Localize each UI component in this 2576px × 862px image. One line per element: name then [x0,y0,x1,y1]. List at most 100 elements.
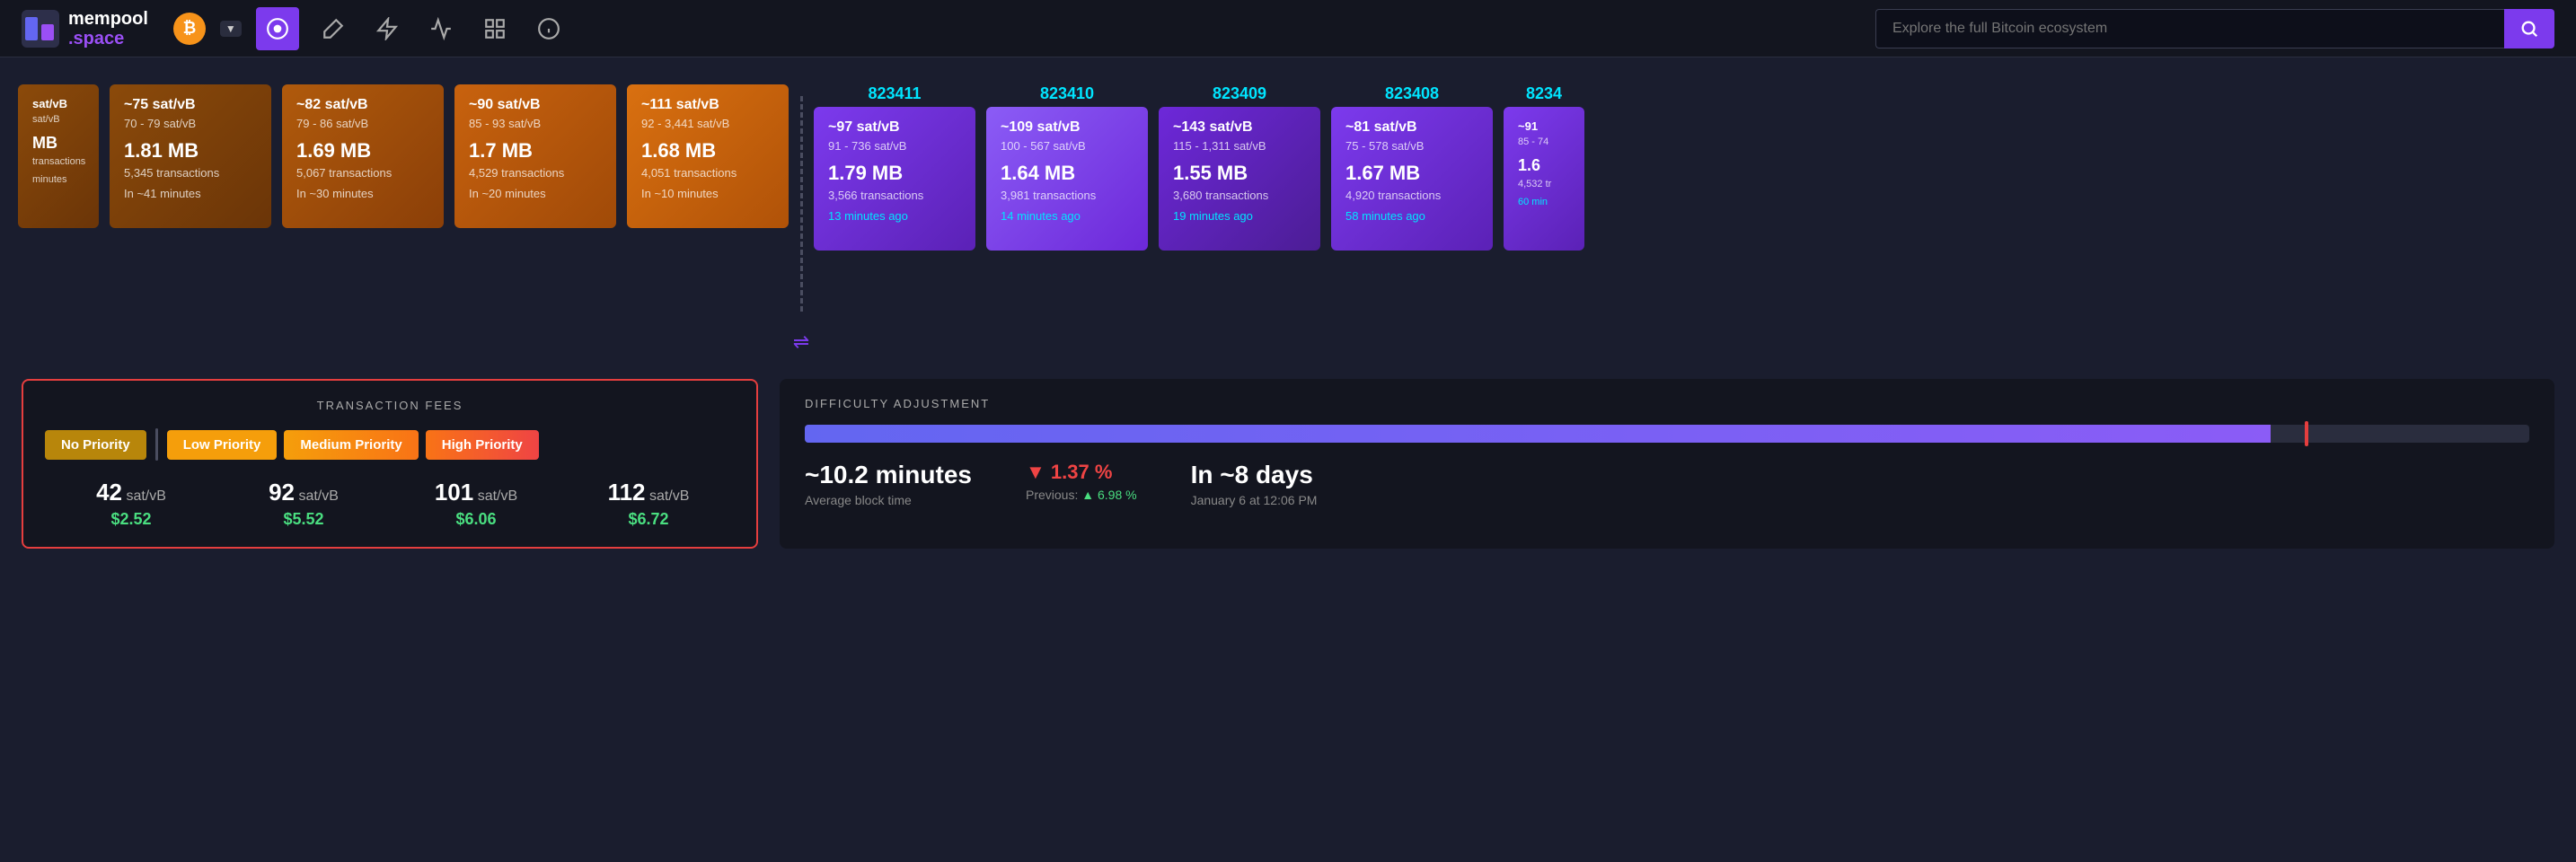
confirmed-block-0[interactable]: ~97 sat/vB 91 - 736 sat/vB 1.79 MB 3,566… [814,107,975,251]
info-icon [537,17,560,40]
confirmed-block-4[interactable]: ~91 85 - 74 1.6 4,532 tr 60 min [1504,107,1584,251]
next-adjustment-stat: In ~8 days January 6 at 12:06 PM [1191,461,1318,507]
high-priority-sat-value: 112 sat/vB [608,479,690,506]
medium-priority-sat-unit: sat/vB [478,488,517,504]
nav-lightning[interactable] [367,9,407,48]
change-pct-symbol: % [1095,461,1113,483]
search-button[interactable] [2504,9,2554,48]
confirmed-block-wrapper-1: 823410 ~109 sat/vB 100 - 567 sat/vB 1.64… [986,84,1148,251]
avg-block-time-value: ~10.2 minutes [805,461,972,489]
difficulty-bar [805,425,2529,443]
mempool-block-3-time: In ~10 minutes [641,187,774,200]
nav-blocks[interactable] [475,9,515,48]
logo-space: .space [68,29,148,48]
difficulty-prev: Previous: ▲ 6.98 % [1026,488,1137,502]
fee-col-low-priority: 92 sat/vB $5.52 [217,479,390,529]
no-priority-sat: 42 [96,479,122,506]
high-priority-button[interactable]: High Priority [426,430,539,460]
bitcoin-badge[interactable]: ₿ [173,13,206,45]
fees-title: TRANSACTION FEES [45,399,735,412]
mempool-block-2-fee-top: ~90 sat/vB [469,97,602,113]
mempool-block-0[interactable]: ~75 sat/vB 70 - 79 sat/vB 1.81 MB 5,345 … [110,84,271,228]
confirmed-block-0-txs: 3,566 transactions [828,189,961,202]
nav-info[interactable] [529,9,569,48]
mempool-block-1-fee-range: 79 - 86 sat/vB [296,117,429,130]
mempool-divider: ⇌ [799,84,803,354]
difficulty-bar-marker [2305,421,2308,446]
confirmed-block-wrapper-2: 823409 ~143 sat/vB 115 - 1,311 sat/vB 1.… [1159,84,1320,251]
no-priority-sat-value: 42 sat/vB [96,479,166,506]
mempool-block-3-size: 1.68 MB [641,139,774,163]
logo-area: mempool .space [22,9,148,48]
difficulty-stats-row: ~10.2 minutes Average block time ▼ 1.37 … [805,461,2529,507]
confirmed-block-4-fee-top: ~91 [1518,119,1570,133]
confirmed-block-0-fee-range: 91 - 736 sat/vB [828,139,961,153]
difficulty-change-value: ▼ 1.37 % [1026,461,1137,484]
main-content: sat/vB sat/vB MB transactions minutes ~7… [0,57,2576,549]
no-priority-button[interactable]: No Priority [45,430,146,460]
difficulty-panel: DIFFICULTY ADJUSTMENT ~10.2 minutes Aver… [780,379,2554,549]
partial-fee-top: sat/vB [32,97,84,110]
medium-priority-sat-value: 101 sat/vB [435,479,517,506]
bitcoin-dropdown[interactable]: ▼ [220,21,242,37]
prev-label: Previous: [1026,488,1078,502]
nav-dashboard[interactable] [256,7,299,50]
logo-icon [22,10,59,48]
all-blocks-row: sat/vB sat/vB MB transactions minutes ~7… [0,84,2576,354]
confirmed-block-1-number: 823410 [1040,84,1094,103]
bottom-row: TRANSACTION FEES No Priority Low Priorit… [0,379,2576,549]
confirmed-block-2-time: 19 minutes ago [1173,209,1306,223]
confirmed-block-3-txs: 4,920 transactions [1345,189,1478,202]
nav-mining[interactable] [313,9,353,48]
fee-separator-1 [155,428,158,461]
nav-charts[interactable] [421,9,461,48]
search-input[interactable] [1875,9,2504,48]
low-priority-sat: 92 [269,479,295,506]
logo-text: mempool .space [68,9,148,48]
confirmed-block-2-number: 823409 [1213,84,1266,103]
confirmed-block-0-time: 13 minutes ago [828,209,961,223]
mempool-block-wrapper-2: ~90 sat/vB 85 - 93 sat/vB 1.7 MB 4,529 t… [454,84,616,228]
logo-mempool: mempool [68,9,148,29]
confirmed-block-3-fee-range: 75 - 578 sat/vB [1345,139,1478,153]
mempool-block-1-time: In ~30 minutes [296,187,429,200]
low-priority-usd: $5.52 [283,510,323,529]
high-priority-usd: $6.72 [628,510,668,529]
chart-icon [429,17,453,40]
mempool-block-1-txs: 5,067 transactions [296,166,429,180]
low-priority-sat-value: 92 sat/vB [269,479,339,506]
mempool-block-0-fee-range: 70 - 79 sat/vB [124,117,257,130]
partial-txs: transactions [32,156,84,167]
confirmed-block-2[interactable]: ~143 sat/vB 115 - 1,311 sat/vB 1.55 MB 3… [1159,107,1320,251]
confirmed-block-3-time: 58 minutes ago [1345,209,1478,223]
mempool-block-wrapper-0: ~75 sat/vB 70 - 79 sat/vB 1.81 MB 5,345 … [110,84,271,228]
mempool-block-3-txs: 4,051 transactions [641,166,774,180]
hammer-icon [322,17,345,40]
medium-priority-button[interactable]: Medium Priority [284,430,418,460]
low-priority-button[interactable]: Low Priority [167,430,278,460]
confirmed-block-4-time: 60 min [1518,197,1570,207]
confirmed-block-3-number: 823408 [1385,84,1439,103]
layers-icon [483,17,507,40]
no-priority-sat-unit: sat/vB [126,488,165,504]
confirmed-block-0-number: 823411 [868,84,921,103]
prev-change-sign: ▲ [1081,488,1094,502]
confirmed-block-4-fee-range: 85 - 74 [1518,136,1570,147]
fees-panel: TRANSACTION FEES No Priority Low Priorit… [22,379,758,549]
dashboard-icon [266,17,289,40]
confirmed-block-4-number: 8234 [1526,84,1562,103]
mempool-block-1[interactable]: ~82 sat/vB 79 - 86 sat/vB 1.69 MB 5,067 … [282,84,444,228]
confirmed-block-3[interactable]: ~81 sat/vB 75 - 578 sat/vB 1.67 MB 4,920… [1331,107,1493,251]
search-bar [1875,9,2554,48]
confirmed-block-3-size: 1.67 MB [1345,162,1478,185]
mempool-block-partial[interactable]: sat/vB sat/vB MB transactions minutes [18,84,99,228]
dashed-line [800,96,803,312]
confirmed-block-1-txs: 3,981 transactions [1001,189,1134,202]
confirmed-block-1[interactable]: ~109 sat/vB 100 - 567 sat/vB 1.64 MB 3,9… [986,107,1148,251]
confirmed-block-1-size: 1.64 MB [1001,162,1134,185]
no-priority-usd: $2.52 [110,510,151,529]
mempool-block-3[interactable]: ~111 sat/vB 92 - 3,441 sat/vB 1.68 MB 4,… [627,84,789,228]
mempool-block-2[interactable]: ~90 sat/vB 85 - 93 sat/vB 1.7 MB 4,529 t… [454,84,616,228]
mempool-blocks: sat/vB sat/vB MB transactions minutes ~7… [18,84,789,228]
mempool-block-1-size: 1.69 MB [296,139,429,163]
